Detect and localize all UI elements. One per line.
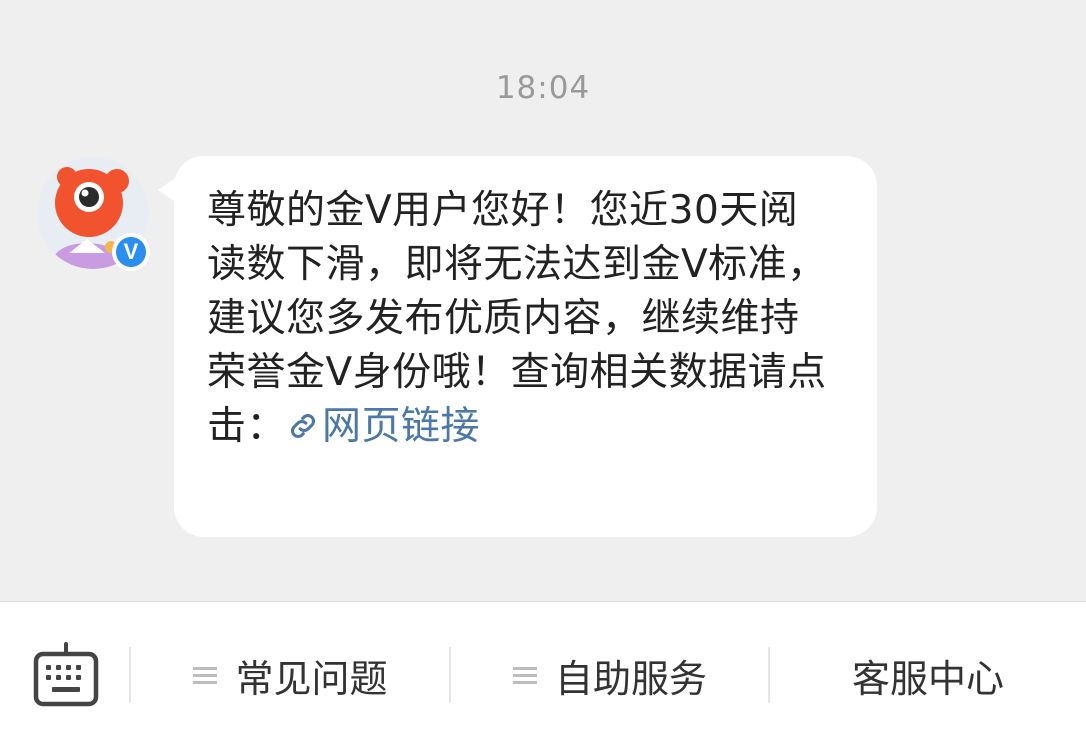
- verified-v-icon: V: [116, 237, 146, 267]
- chat-area: 18:04 V 尊敬的金V用户您好！您近30天阅读数下滑，即将无法达到金V标准，…: [0, 0, 1086, 601]
- menu-lines-icon: [193, 663, 218, 688]
- message-timestamp: 18:04: [495, 70, 591, 106]
- verified-badge: V: [112, 233, 150, 271]
- web-link[interactable]: 网页链接: [286, 404, 480, 449]
- menu-lines-icon: [512, 663, 537, 688]
- menu-customer-service[interactable]: 客服中心: [770, 644, 1086, 706]
- keyboard-icon: [33, 642, 99, 707]
- menu-customer-service-label: 客服中心: [851, 656, 1004, 701]
- web-link-label: 网页链接: [322, 404, 481, 449]
- bottom-toolbar: 常见问题 自助服务 客服中心: [0, 601, 1086, 747]
- menu-faq-label: 常见问题: [235, 656, 388, 701]
- message-text: 尊敬的金V用户您好！您近30天阅读数下滑，即将无法达到金V标准，建议您多发布优质…: [207, 184, 831, 454]
- keyboard-toggle-button[interactable]: [30, 640, 102, 712]
- link-icon: [290, 413, 316, 439]
- menu-self-service-label: 自助服务: [554, 656, 707, 701]
- message-bubble: 尊敬的金V用户您好！您近30天阅读数下滑，即将无法达到金V标准，建议您多发布优质…: [174, 156, 877, 537]
- menu-self-service[interactable]: 自助服务: [451, 644, 769, 706]
- menu-faq[interactable]: 常见问题: [131, 644, 450, 706]
